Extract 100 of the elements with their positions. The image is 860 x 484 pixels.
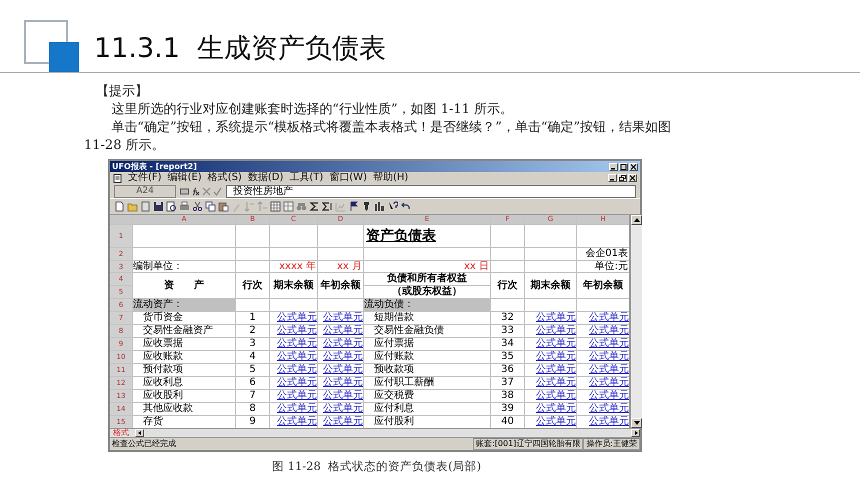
hint-heading: 【提示】 [96, 83, 149, 101]
formula-cell: 公式单元 [270, 312, 317, 324]
formula-cell: 公式单元 [577, 390, 629, 402]
column-heading: 资 产 [133, 273, 235, 298]
save-icon[interactable] [153, 201, 164, 212]
sheet-title: 资产负债表 [364, 225, 490, 247]
menu-item[interactable]: 格式(S) [208, 172, 242, 184]
formula-cell: 公式单元 [525, 416, 576, 428]
table-cell: 9 [236, 416, 269, 428]
table-cell: 应交税费 [364, 390, 490, 402]
column-heading: 期末余额 [270, 273, 317, 298]
formula-cell: 公式单元 [525, 364, 576, 376]
corner-cell[interactable] [110, 215, 132, 224]
formula-cell: 公式单元 [525, 403, 576, 415]
menu-item[interactable]: 数据(D) [248, 172, 284, 184]
formula-cell: 公式单元 [318, 351, 363, 363]
maximize-button[interactable] [619, 162, 628, 170]
table-cell: 应付票据 [364, 338, 490, 350]
bars-icon[interactable] [374, 201, 385, 212]
table-cell: 36 [491, 364, 524, 376]
formula-cell: 公式单元 [270, 403, 317, 415]
column-heading: 年初余额 [318, 273, 363, 298]
cell-name-field[interactable]: A24 [114, 184, 176, 198]
table-cell: 应付账款 [364, 351, 490, 363]
table-cell: 5 [236, 364, 269, 376]
menu-item[interactable]: 工具(T) [289, 172, 324, 184]
formula-cell: 公式单元 [577, 364, 629, 376]
table-cell: 应付股利 [364, 416, 490, 428]
formula-cell: 公式单元 [577, 403, 629, 415]
table-cell: 应收票据 [133, 338, 235, 350]
formula-cell: 公式单元 [318, 416, 363, 428]
grid-icon[interactable] [270, 201, 281, 212]
table-cell: 7 [236, 390, 269, 402]
function-icon[interactable] [180, 186, 189, 196]
menu-item[interactable]: 编辑(E) [168, 172, 202, 184]
formula-cell: 公式单元 [270, 351, 317, 363]
table-cell: 40 [491, 416, 524, 428]
sigma-list-icon[interactable] [322, 201, 333, 212]
restore-button[interactable] [618, 174, 627, 182]
accent-square [49, 42, 79, 72]
menu-item[interactable]: 窗口(W) [329, 172, 367, 184]
operator-status: 操作员:王健荣 [583, 438, 640, 450]
column-heading: 期末余额 [525, 273, 576, 298]
table-cell: 应收账款 [133, 351, 235, 363]
paste-icon[interactable] [218, 201, 229, 212]
table-cell: 应付利息 [364, 403, 490, 415]
table-cell: 2 [236, 325, 269, 337]
sigma-icon[interactable] [309, 201, 320, 212]
account-status: 账套:[001]辽宁四国轮胎有限 [473, 438, 584, 450]
vertical-scrollbar[interactable] [630, 215, 642, 428]
close-icon [629, 175, 636, 181]
formula-cell: 公式单元 [525, 312, 576, 324]
sheet-tab[interactable]: 格式 [110, 429, 132, 437]
scroll-up-icon[interactable] [634, 218, 640, 222]
table-cell: 会企01表 [577, 248, 629, 260]
table-cell: 38 [491, 390, 524, 402]
printer-icon[interactable] [179, 201, 190, 212]
table-cell: xx 月 [318, 261, 363, 272]
formula-cell: 公式单元 [318, 312, 363, 324]
formula-cell: 公式单元 [577, 338, 629, 350]
menu-item[interactable]: 帮助(H) [372, 172, 408, 184]
table-cell: 6 [236, 377, 269, 389]
table-cell: 4 [236, 351, 269, 363]
table-cell: 32 [491, 312, 524, 324]
table-cell: 37 [491, 377, 524, 389]
window-title: UFO报表 - [report2] [112, 161, 198, 172]
section-label: 流动资产： [133, 299, 235, 311]
formula-cell: 公式单元 [577, 416, 629, 428]
scroll-down-icon[interactable] [634, 421, 640, 425]
print-preview-icon[interactable] [166, 201, 177, 212]
table-cell: 编制单位： [133, 261, 235, 272]
formula-field[interactable]: 投资性房地产 [226, 184, 636, 198]
table-cell: 应付职工薪酬 [364, 377, 490, 389]
flag-icon[interactable] [348, 201, 359, 212]
section-label: 流动负债： [364, 299, 490, 311]
formula-cell: 公式单元 [318, 390, 363, 402]
new-file-icon[interactable] [114, 201, 125, 212]
scissors-icon[interactable] [192, 201, 203, 212]
formula-cell: 公式单元 [318, 338, 363, 350]
column-heading: 年初余额 [577, 273, 629, 298]
copy-icon[interactable] [205, 201, 216, 212]
formula-cell: 公式单元 [525, 377, 576, 389]
table-icon[interactable] [283, 201, 294, 212]
table-cell: 应收利息 [133, 377, 235, 389]
scroll-right-icon[interactable] [632, 431, 638, 435]
minimize-button[interactable] [609, 162, 618, 170]
undo-icon[interactable] [400, 201, 411, 212]
document-icon[interactable] [113, 174, 122, 182]
table-cell: 预收款项 [364, 364, 490, 376]
formula-cell: 公式单元 [270, 325, 317, 337]
close-button[interactable] [629, 162, 638, 170]
scroll-left-icon[interactable] [136, 431, 142, 435]
close-button[interactable] [628, 174, 637, 182]
table-cell: 33 [491, 325, 524, 337]
menu-item[interactable]: 文件(F) [128, 172, 162, 184]
status-message: 检查公式已经完成 [111, 439, 177, 449]
column-heading: 负债和所有者权益 [364, 273, 490, 285]
minimize-button[interactable] [608, 174, 617, 182]
formula-cell: 公式单元 [270, 377, 317, 389]
fx-icon[interactable] [191, 186, 200, 196]
